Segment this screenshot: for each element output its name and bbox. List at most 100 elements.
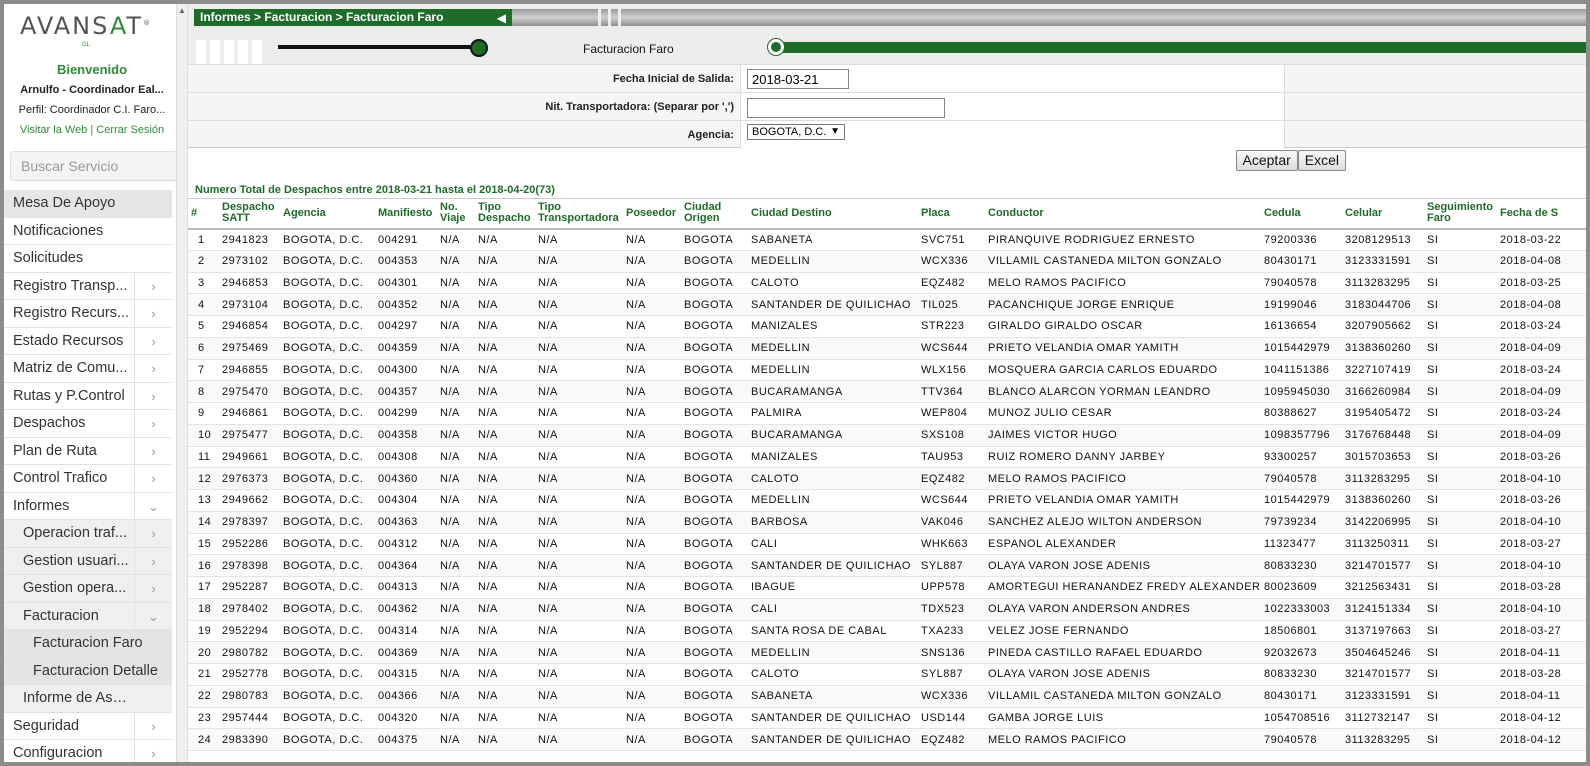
sidebar-item-gestion-usuari[interactable]: Gestion usuari... ›: [4, 547, 172, 575]
sidebar-item-informes[interactable]: Informes ⌄: [4, 492, 172, 520]
sidebar-item-seguridad[interactable]: Seguridad ›: [4, 712, 172, 740]
table-row[interactable]: 1 2941823 BOGOTA, D.C. 004291 N/A N/A N/A N/A BO…: [188, 228, 1586, 251]
fecha-inicial-input[interactable]: [747, 69, 849, 89]
chevron-right-icon[interactable]: ›: [134, 327, 172, 355]
table-cell: WCX336: [918, 250, 985, 273]
sidebar-item-matriz-de-comu[interactable]: Matriz de Comu... ›: [4, 355, 172, 383]
sidebar-scrollbar[interactable]: ▲: [176, 4, 187, 762]
table-cell: 2952287: [219, 576, 280, 599]
table-cell: CALI: [748, 533, 918, 556]
service-search-input[interactable]: [10, 151, 178, 181]
chevron-right-icon[interactable]: ›: [134, 520, 172, 547]
table-cell: N/A: [535, 533, 623, 556]
sidebar-item-operacion-traf[interactable]: Operacion traf... ›: [4, 520, 172, 548]
table-row[interactable]: 10 2975477 BOGOTA, D.C. 004358 N/A N/A N/A N/A B…: [188, 424, 1586, 447]
chevron-right-icon[interactable]: ›: [134, 272, 172, 300]
table-row[interactable]: 11 2949661 BOGOTA, D.C. 004308 N/A N/A N/A N/A B…: [188, 446, 1586, 469]
table-row[interactable]: 22 2980783 BOGOTA, D.C. 004366 N/A N/A N/A N/A B…: [188, 685, 1586, 708]
column-header: Seguimiento Faro: [1424, 198, 1497, 230]
sidebar-item-mesa-de-apoyo[interactable]: Mesa De Apoyo: [4, 190, 172, 218]
table-cell: BOGOTA: [681, 250, 748, 273]
table-row[interactable]: 24 2983390 BOGOTA, D.C. 004375 N/A N/A N/A N/A B…: [188, 728, 1586, 751]
sidebar-item-configuracion[interactable]: Configuracion ›: [4, 740, 172, 762]
sidebar-item-solicitudes[interactable]: Solicitudes: [4, 245, 172, 273]
table-row[interactable]: 21 2952778 BOGOTA, D.C. 004315 N/A N/A N/A N/A B…: [188, 663, 1586, 686]
chevron-down-icon[interactable]: ⌄: [134, 492, 172, 520]
table-row[interactable]: 16 2978398 BOGOTA, D.C. 004364 N/A N/A N/A N/A B…: [188, 554, 1586, 577]
chevron-right-icon[interactable]: ›: [134, 465, 172, 492]
chevron-right-icon[interactable]: ›: [134, 300, 172, 327]
table-cell: BOGOTA, D.C.: [280, 533, 375, 556]
table-row[interactable]: 19 2952294 BOGOTA, D.C. 004314 N/A N/A N/A N/A B…: [188, 620, 1586, 643]
table-cell: 16136654: [1261, 315, 1342, 338]
table-row[interactable]: 8 2975470 BOGOTA, D.C. 004357 N/A N/A N/A N/A BO…: [188, 380, 1586, 403]
table-cell: N/A: [475, 576, 535, 599]
sidebar-item-registro-recurs[interactable]: Registro Recurs... ›: [4, 300, 172, 328]
table-cell: 004353: [375, 250, 437, 273]
table-row[interactable]: 18 2978402 BOGOTA, D.C. 004362 N/A N/A N/A N/A B…: [188, 598, 1586, 621]
logout-link[interactable]: Cerrar Sesión: [96, 124, 164, 136]
table-cell: STR223: [918, 315, 985, 338]
table-row[interactable]: 15 2952286 BOGOTA, D.C. 004312 N/A N/A N/A N/A B…: [188, 533, 1586, 556]
visit-web-link[interactable]: Visitar la Web: [20, 124, 87, 136]
table-row[interactable]: 12 2976373 BOGOTA, D.C. 004360 N/A N/A N/A N/A B…: [188, 467, 1586, 490]
sidebar-item-plan-de-ruta[interactable]: Plan de Ruta ›: [4, 437, 172, 465]
table-row[interactable]: 5 2946854 BOGOTA, D.C. 004297 N/A N/A N/A N/A BO…: [188, 315, 1586, 338]
table-row[interactable]: 20 2980782 BOGOTA, D.C. 004369 N/A N/A N/A N/A B…: [188, 641, 1586, 664]
chevron-right-icon[interactable]: ›: [134, 355, 172, 382]
results-table-container[interactable]: # Despacho SATT Agencia Manifiesto No. Viaje…: [188, 198, 1586, 762]
chevron-right-icon[interactable]: ›: [134, 437, 172, 465]
chevron-right-icon[interactable]: ›: [134, 547, 172, 575]
table-row[interactable]: 14 2978397 BOGOTA, D.C. 004363 N/A N/A N/A N/A B…: [188, 511, 1586, 534]
sidebar-item-facturacion-faro[interactable]: Facturacion Faro: [4, 630, 172, 658]
table-cell: BOGOTA: [681, 620, 748, 643]
table-cell: SVC751: [918, 228, 985, 251]
table-row[interactable]: 4 2973104 BOGOTA, D.C. 004352 N/A N/A N/A N/A BO…: [188, 293, 1586, 316]
table-cell: 80388627: [1261, 402, 1342, 425]
table-cell: SI: [1424, 293, 1497, 316]
table-cell: BOGOTA: [681, 424, 748, 447]
collapse-triangle-icon[interactable]: ◀: [497, 10, 506, 27]
chevron-right-icon[interactable]: ›: [134, 410, 172, 437]
excel-button[interactable]: Excel: [1297, 150, 1346, 171]
table-cell: N/A: [535, 728, 623, 751]
table-row[interactable]: 2 2973102 BOGOTA, D.C. 004353 N/A N/A N/A N/A BO…: [188, 250, 1586, 273]
table-row[interactable]: 17 2952287 BOGOTA, D.C. 004313 N/A N/A N/A N/A B…: [188, 576, 1586, 599]
accept-button[interactable]: Aceptar: [1235, 150, 1298, 171]
chevron-right-icon[interactable]: ›: [134, 575, 172, 602]
sidebar-item-despachos[interactable]: Despachos ›: [4, 410, 172, 438]
chevron-right-icon[interactable]: ›: [134, 712, 172, 740]
sidebar-item-estado-recursos[interactable]: Estado Recursos ›: [4, 327, 172, 355]
sidebar-item-facturacion-detalle[interactable]: Facturacion Detalle: [4, 657, 172, 685]
table-row[interactable]: 13 2949662 BOGOTA, D.C. 004304 N/A N/A N/A N/A B…: [188, 489, 1586, 512]
table-cell: 2018-04-10: [1497, 467, 1586, 490]
sidebar-item-control-trafico[interactable]: Control Trafico ›: [4, 465, 172, 493]
results-summary: Numero Total de Despachos entre 2018-03-…: [195, 184, 555, 196]
nit-transportadora-input[interactable]: [747, 98, 945, 118]
sidebar-item-notificaciones[interactable]: Notificaciones: [4, 217, 172, 245]
sidebar-item-registro-transp[interactable]: Registro Transp... ›: [4, 272, 172, 300]
table-row[interactable]: 23 2957444 BOGOTA, D.C. 004320 N/A N/A N/A N/A B…: [188, 707, 1586, 730]
sidebar-item-gestion-opera[interactable]: Gestion opera... ›: [4, 575, 172, 603]
table-cell: 2973102: [219, 250, 280, 273]
table-cell: 004352: [375, 293, 437, 316]
table-cell: TDX523: [918, 598, 985, 621]
table-row[interactable]: 9 2946861 BOGOTA, D.C. 004299 N/A N/A N/A N/A BO…: [188, 402, 1586, 425]
sidebar-item-rutas-y-p-control[interactable]: Rutas y P.Control ›: [4, 382, 172, 410]
table-row[interactable]: 6 2975469 BOGOTA, D.C. 004359 N/A N/A N/A N/A BO…: [188, 337, 1586, 360]
sidebar-item-informe-de-asignaci[interactable]: Informe de Asignaci...: [4, 685, 172, 713]
scroll-up-icon[interactable]: ▲: [178, 6, 186, 15]
agencia-select[interactable]: BOGOTA, D.C. ▼: [747, 124, 845, 140]
chevron-right-icon[interactable]: ›: [134, 740, 172, 762]
table-row[interactable]: 3 2946853 BOGOTA, D.C. 004301 N/A N/A N/A N/A BO…: [188, 272, 1586, 295]
table-cell: 3124151334: [1342, 598, 1424, 621]
filter-row-nit: Nit. Transportadora: (Separar por ','): [188, 92, 1586, 121]
sidebar-item-facturacion[interactable]: Facturacion ⌄: [4, 602, 172, 630]
table-row[interactable]: 7 2946855 BOGOTA, D.C. 004300 N/A N/A N/A N/A BO…: [188, 359, 1586, 382]
table-cell: MUNOZ JULIO CESAR: [985, 402, 1261, 425]
table-cell: 80833230: [1261, 554, 1342, 577]
table-cell: 3123331591: [1342, 250, 1424, 273]
table-cell: N/A: [535, 446, 623, 469]
chevron-down-icon[interactable]: ⌄: [134, 602, 172, 630]
chevron-right-icon[interactable]: ›: [134, 382, 172, 410]
